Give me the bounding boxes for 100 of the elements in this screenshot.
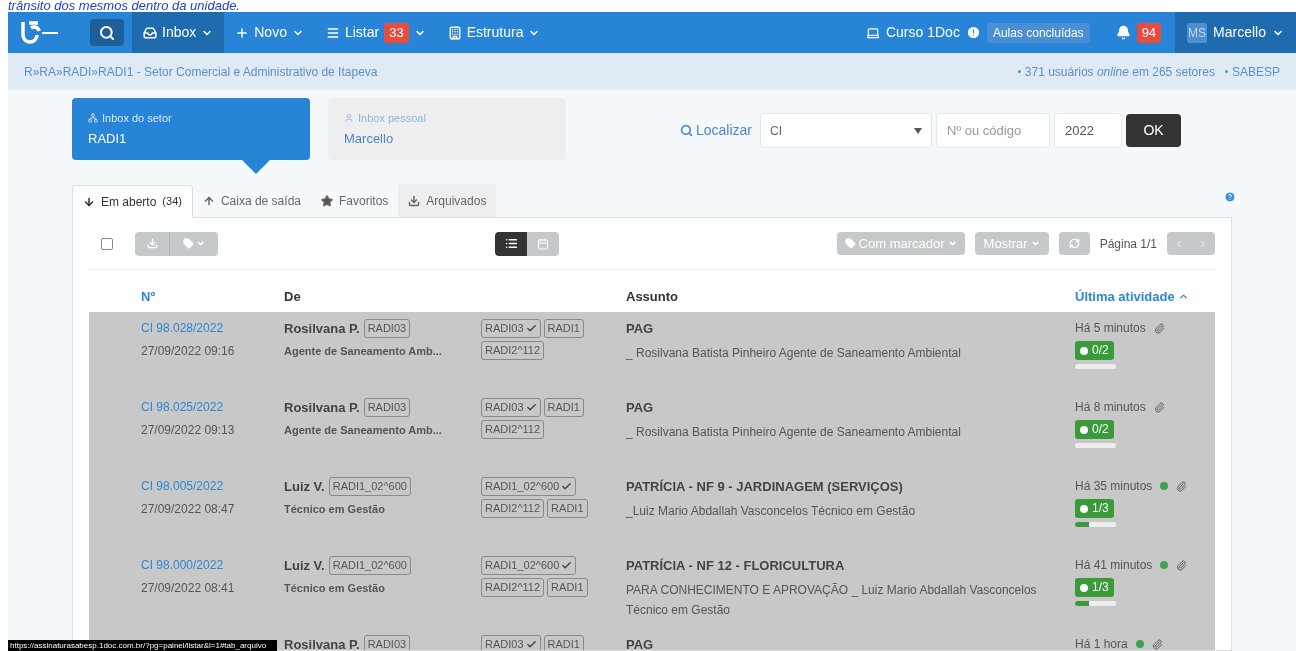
- refresh-button[interactable]: [1058, 232, 1090, 255]
- tag-label: RADI1_02^600: [481, 556, 577, 575]
- number-input[interactable]: Nº ou código: [936, 113, 1050, 148]
- progress-badge: 0/2: [1075, 341, 1114, 360]
- ok-button[interactable]: OK: [1126, 114, 1181, 147]
- caret-icon: [196, 239, 205, 248]
- check-icon: [525, 402, 537, 413]
- tab-icon: [408, 194, 421, 207]
- tab[interactable]: Favoritos: [311, 184, 399, 217]
- date-text: 27/09/2022 08:47: [141, 501, 236, 518]
- tag-icon: [183, 238, 194, 249]
- paperclip-icon: [1176, 480, 1188, 492]
- date-text: 27/09/2022 09:16: [141, 343, 236, 360]
- inbox-card[interactable]: Inbox pessoal Marcello: [328, 98, 566, 160]
- list-view-button[interactable]: [495, 231, 528, 256]
- sender-name: Rosilvana P.: [284, 399, 360, 417]
- progress-badge: 1/3: [1075, 578, 1114, 597]
- progress-badge: 1/3: [1075, 499, 1114, 518]
- column-header[interactable]: Última atividade: [1075, 286, 1215, 306]
- avatar: MS: [1187, 22, 1208, 43]
- paperclip-icon: [1176, 559, 1188, 571]
- sender-role: Técnico em Gestão: [284, 580, 386, 596]
- sector-tag: RADI03: [363, 398, 411, 418]
- progress-track: [1075, 443, 1116, 448]
- check-icon: [561, 481, 573, 492]
- select-all-checkbox[interactable]: [101, 237, 113, 250]
- breadcrumb-text: R»RA»RADI»RADI1 - Setor Comercial e Administrativo de Itapeva: [24, 63, 378, 81]
- user-menu[interactable]: MS Marcello: [1175, 12, 1296, 53]
- sender-role: Agente de Saneamento Amb...: [284, 343, 443, 359]
- tab-icon: [321, 194, 333, 207]
- search-button[interactable]: [90, 19, 124, 46]
- column-header[interactable]: De: [284, 286, 626, 306]
- column-header[interactable]: Nº: [141, 286, 284, 306]
- subject-text: PAG: [626, 320, 655, 338]
- tag-label: RADI2^112: [481, 341, 545, 360]
- document-number-link[interactable]: CI 98.025/2022: [141, 398, 284, 416]
- subject-text: PATRÍCIA - NF 9 - JARDINAGEM (SERVIÇOS): [626, 478, 904, 496]
- nav-menu-item[interactable]: Listar 33: [314, 12, 437, 53]
- notifications-button[interactable]: 94: [1115, 22, 1176, 43]
- sector-tag: RADI1_02^600: [328, 477, 411, 497]
- sender-name: Luiz V.: [284, 478, 325, 496]
- alert-icon: [965, 25, 981, 40]
- logo-icon: [20, 19, 60, 46]
- tag-label: RADI1: [547, 578, 588, 597]
- caret-icon: [1030, 239, 1040, 248]
- document-number-link[interactable]: CI 98.005/2022: [141, 477, 284, 495]
- tag-label: RADI1: [547, 499, 588, 518]
- sender-role: Técnico em Gestão: [284, 501, 386, 517]
- nav-item-icon: [143, 25, 157, 40]
- laptop-icon: [865, 25, 880, 40]
- time-text: Há 41 minutos: [1075, 557, 1153, 574]
- nav-item-icon: [447, 25, 462, 40]
- year-input[interactable]: 2022: [1054, 113, 1122, 148]
- message-row[interactable]: CI 98.025/2022 27/09/2022 09:13 Rosilvana P. RADI03 Agente de Saneamento Amb... RADI03 RADI1 RADI2^112 PAG _ Rosilvana Batista Pinheiro Agente de Saneamento Ambiental Há 8 minutos 0/2: [89, 391, 1215, 470]
- tag-label: RADI1: [543, 635, 584, 650]
- organization-link[interactable]: SABESP: [1231, 62, 1280, 81]
- paperclip-icon: [1151, 638, 1163, 650]
- document-type-select[interactable]: CI: [760, 113, 932, 148]
- time-text: Há 8 minutos: [1075, 399, 1146, 416]
- bell-icon: [1115, 25, 1131, 40]
- tag-icon: [844, 238, 856, 249]
- caption-text: trânsito dos mesmos dentro da unidade.: [7, 0, 241, 12]
- tag-label: RADI1_02^600: [481, 477, 577, 496]
- tag-label: RADI03: [481, 319, 541, 338]
- subject-text: PATRÍCIA - NF 12 - FLORICULTURA: [626, 557, 846, 575]
- help-icon[interactable]: [1224, 191, 1236, 203]
- column-header[interactable]: Assunto: [626, 286, 1075, 306]
- status-url-tooltip: https://assinaturasabesp.1doc.com.br/?pg=painel/listar&l=1#tab_arquivo: [8, 640, 277, 651]
- subject-text: PAG: [626, 399, 655, 417]
- inbox-card[interactable]: Inbox do setor RADI1: [72, 98, 310, 160]
- summary-text: _ Rosilvana Batista Pinheiro Agente de Saneamento Ambiental: [626, 423, 962, 441]
- tag-label: RADI2^112: [481, 578, 545, 597]
- course-link[interactable]: Curso 1Doc: [865, 22, 960, 43]
- inbox-type-icon: [344, 113, 354, 124]
- message-row[interactable]: CI 98.028/2022 27/09/2022 09:16 Rosilvana P. RADI03 Agente de Saneamento Amb... RADI03 RADI1 RADI2^112 PAG _ Rosilvana Batista Pinheiro Agente de Saneamento Ambiental Há 5 minutos 0/2: [89, 312, 1215, 391]
- summary-text: _ Rosilvana Batista Pinheiro Agente de Saneamento Ambiental: [626, 344, 962, 362]
- card-pointer: [242, 160, 270, 174]
- page-indicator: Página 1/1: [1099, 235, 1157, 253]
- tab[interactable]: Arquivados: [398, 184, 497, 217]
- tag-label: RADI2^112: [481, 499, 545, 518]
- tab[interactable]: Em aberto (34): [72, 185, 193, 218]
- tag-label: RADI03: [481, 635, 541, 650]
- check-icon: [561, 560, 573, 571]
- sender-name: Luiz V.: [284, 557, 325, 575]
- document-number-link[interactable]: CI 98.028/2022: [141, 319, 284, 337]
- bullet-icon: [1017, 70, 1021, 73]
- nav-menu-item[interactable]: Inbox: [132, 12, 225, 53]
- time-text: Há 35 minutos: [1075, 478, 1153, 495]
- sender-name: Rosilvana P.: [284, 636, 360, 650]
- count-badge: 33: [384, 22, 409, 43]
- tab[interactable]: Caixa de saída: [192, 184, 311, 217]
- nav-item-icon: [235, 25, 250, 40]
- nav-menu-item[interactable]: Novo: [224, 12, 315, 53]
- document-number-link[interactable]: CI 98.000/2022: [141, 556, 284, 574]
- check-icon: [525, 323, 537, 334]
- summary-text: PARA CONHECIMENTO E APROVAÇÃO _ Luiz Mario Abdallah Vasconcelos Técnico em Gestão: [626, 581, 1038, 619]
- nav-menu-item[interactable]: Estrutura: [436, 12, 552, 53]
- download-icon: [146, 238, 158, 249]
- summary-text: _Luiz Mario Abdallah Vasconcelos Técnico em Gestão: [626, 502, 917, 520]
- tag-label: RADI1: [543, 398, 584, 417]
